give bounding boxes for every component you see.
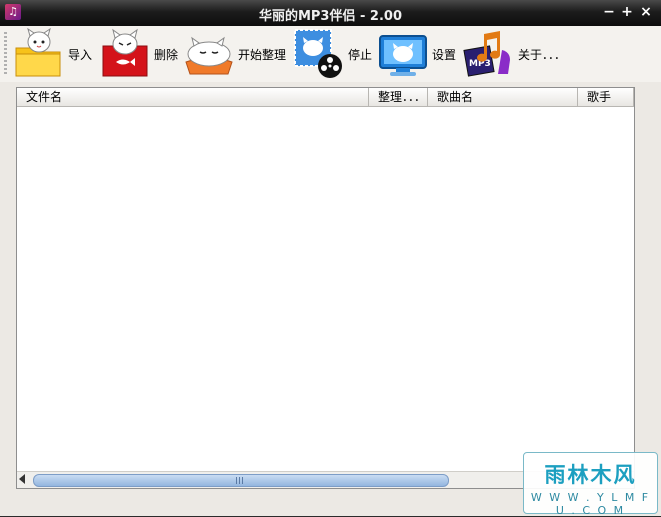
scroll-thumb[interactable] — [33, 474, 449, 487]
close-button[interactable]: × — [637, 3, 655, 21]
import-label: 导入 — [68, 47, 93, 62]
monitor-cat-icon — [376, 28, 430, 80]
toolbar: 导入 删除 开始整理 停止 设置 MP3 关于．．． — [0, 26, 661, 82]
stop-button[interactable]: 停止 — [292, 26, 372, 82]
scroll-left-icon[interactable] — [19, 474, 25, 484]
folder-cat-icon — [12, 27, 66, 80]
column-artist[interactable]: 歌手 — [578, 88, 634, 106]
start-organize-label: 开始整理 — [238, 47, 287, 62]
settings-button[interactable]: 设置 — [376, 26, 456, 82]
column-filename[interactable]: 文件名 — [17, 88, 369, 106]
delete-label: 删除 — [154, 47, 179, 62]
window-title: 华丽的MP3伴侣 - 2.00 — [258, 9, 403, 24]
minimize-button[interactable]: − — [600, 3, 618, 21]
file-list[interactable]: 文件名 整理．．． 歌曲名 歌手 — [16, 87, 635, 489]
list-header: 文件名 整理．．． 歌曲名 歌手 — [17, 88, 634, 107]
watermark-title: 雨林木风 — [544, 463, 637, 487]
watermark-logo: 雨林木风 W W W . Y L M F U . C O M — [523, 452, 658, 517]
column-organize[interactable]: 整理．．． — [369, 88, 428, 106]
delete-box-cat-icon — [98, 28, 152, 80]
app-window: ♫ 华丽的MP3伴侣 - 2.00 − + × 导入 删除 开始整理 停止 设置… — [0, 0, 661, 517]
toolbar-grip[interactable] — [4, 32, 7, 76]
maximize-button[interactable]: + — [618, 3, 636, 21]
delete-button[interactable]: 删除 — [98, 26, 178, 82]
about-label: 关于．．． — [518, 47, 567, 62]
watermark-url: W W W . Y L M F U . C O M — [530, 491, 651, 517]
column-song-title[interactable]: 歌曲名 — [428, 88, 578, 106]
about-button[interactable]: MP3 关于．．． — [462, 26, 566, 82]
title-bar[interactable]: ♫ 华丽的MP3伴侣 - 2.00 − + × — [0, 0, 661, 26]
scroll-thumb-grip — [236, 477, 244, 484]
sleeping-cat-icon — [182, 28, 236, 80]
settings-label: 设置 — [432, 47, 457, 62]
import-button[interactable]: 导入 — [12, 26, 92, 82]
mp3-music-icon: MP3 — [462, 28, 516, 80]
start-organize-button[interactable]: 开始整理 — [182, 26, 286, 82]
stamp-film-icon — [292, 28, 346, 80]
stop-label: 停止 — [348, 47, 373, 62]
